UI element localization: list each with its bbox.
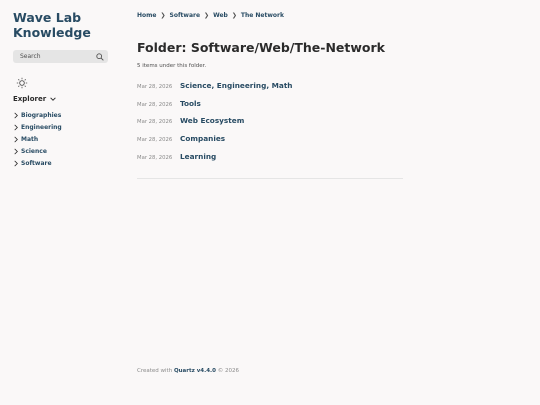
sun-icon (16, 77, 28, 89)
explorer-item-math[interactable]: Math (13, 133, 109, 145)
breadcrumb-home[interactable]: Home (137, 12, 156, 19)
item-date: Mar 28, 2026 (137, 137, 173, 144)
explorer-item-software[interactable]: Software (13, 158, 109, 170)
item-date: Mar 28, 2026 (137, 154, 173, 161)
breadcrumb-separator: ❯ (160, 11, 166, 19)
item-link[interactable]: Web Ecosystem (180, 116, 244, 125)
folder-list: Mar 28, 2026 Science, Engineering, Math … (137, 81, 403, 169)
list-item: Mar 28, 2026 Companies (137, 134, 403, 152)
explorer-item-biographies[interactable]: Biographies (13, 109, 109, 121)
item-date: Mar 28, 2026 (137, 119, 173, 126)
search-icon (96, 52, 104, 61)
darkmode-toggle[interactable] (16, 74, 28, 89)
site-title-line1[interactable]: Wave Lab (13, 10, 81, 25)
sidebar: Wave Lab Knowledge Search Explorer Biogr… (13, 10, 109, 170)
breadcrumb-separator: ❯ (231, 11, 237, 19)
list-item: Mar 28, 2026 Tools (137, 99, 403, 117)
chevron-right-icon (14, 112, 18, 119)
page-title: Folder: Software/Web/The-Network (137, 40, 385, 55)
breadcrumb-separator: ❯ (204, 11, 210, 19)
breadcrumb-software[interactable]: Software (170, 12, 201, 19)
breadcrumb: Home ❯ Software ❯ Web ❯ The Network (137, 10, 403, 20)
item-date: Mar 28, 2026 (137, 101, 173, 108)
list-item: Mar 28, 2026 Science, Engineering, Math (137, 81, 403, 99)
footer-copyright: © 2026 (217, 368, 239, 374)
explorer-toggle[interactable]: Explorer (13, 95, 109, 103)
site-title-line2[interactable]: Knowledge (13, 25, 91, 40)
explorer-item-engineering[interactable]: Engineering (13, 121, 109, 133)
footer-prefix: Created with (137, 368, 173, 374)
explorer-list: Biographies Engineering Math Science Sof… (13, 109, 109, 170)
explorer-item-label[interactable]: Engineering (21, 124, 62, 131)
explorer-item-label[interactable]: Software (21, 160, 52, 167)
breadcrumb-web[interactable]: Web (213, 12, 228, 19)
search-placeholder: Search (20, 53, 41, 60)
divider (137, 178, 403, 180)
chevron-right-icon (14, 124, 18, 131)
list-item: Mar 28, 2026 Learning (137, 152, 403, 170)
item-count: 5 items under this folder. (137, 63, 207, 69)
explorer-item-label[interactable]: Science (21, 148, 47, 155)
search-input[interactable]: Search (13, 50, 108, 63)
item-link[interactable]: Learning (180, 152, 216, 161)
chevron-right-icon (14, 160, 18, 167)
item-link[interactable]: Tools (180, 99, 201, 108)
item-date: Mar 28, 2026 (137, 84, 173, 90)
explorer-title: Explorer (13, 95, 47, 103)
chevron-right-icon (14, 136, 18, 143)
list-item: Mar 28, 2026 Web Ecosystem (137, 116, 403, 134)
footer: Created with Quartz v4.4.0 © 2026 (137, 368, 239, 374)
quartz-link[interactable]: Quartz v4.4.0 (174, 368, 216, 374)
breadcrumb-the-network[interactable]: The Network (241, 12, 284, 19)
explorer-item-label[interactable]: Biographies (21, 112, 61, 119)
explorer-item-label[interactable]: Math (21, 136, 38, 143)
chevron-down-icon (50, 97, 56, 101)
item-link[interactable]: Companies (180, 134, 225, 143)
chevron-right-icon (14, 148, 18, 155)
explorer-item-science[interactable]: Science (13, 146, 109, 158)
item-link[interactable]: Science, Engineering, Math (180, 81, 293, 90)
main-content: Home ❯ Software ❯ Web ❯ The Network Fold… (137, 10, 403, 180)
site-title[interactable]: Wave Lab Knowledge (13, 10, 109, 40)
